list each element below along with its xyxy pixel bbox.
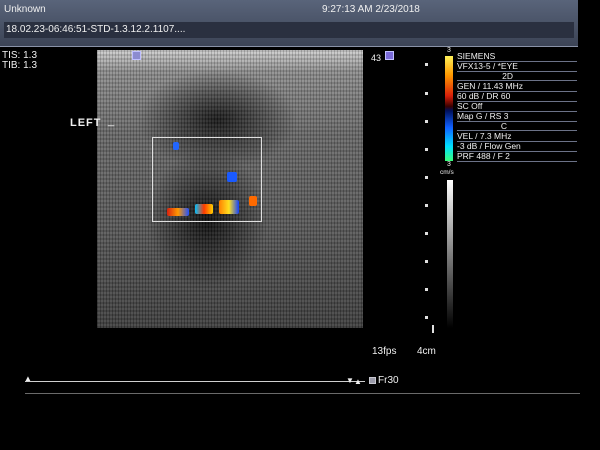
color-flow-signal [173, 142, 179, 150]
depth-tick [425, 120, 428, 123]
side-label: LEFT [70, 117, 102, 129]
cine-stop-icon[interactable] [369, 377, 376, 384]
color-flow-signal [227, 172, 237, 182]
depth-tick [425, 260, 428, 263]
frame-indicator: Fr30 [378, 375, 399, 386]
grayscale-bar [447, 180, 453, 328]
depth-tick [425, 232, 428, 235]
timeline-start-marker: ▲ [24, 374, 32, 383]
colorbar-bottom-label: 3 [447, 161, 451, 168]
header-bar: Unknown 9:27:13 AM 2/23/2018 18.02.23-06… [0, 0, 578, 47]
info-mode-color: C [457, 121, 577, 131]
depth-tick [425, 92, 428, 95]
timeline-handle-icon[interactable]: ▼ [346, 376, 354, 385]
depth-tick [425, 316, 428, 319]
timeline-end-marker: ▲ [354, 377, 362, 386]
color-flow-signal [249, 196, 257, 206]
depth-tick [425, 63, 428, 66]
cine-timeline[interactable] [25, 381, 365, 382]
cine-marker-icon [385, 51, 394, 60]
bottom-divider [25, 393, 580, 394]
depth-end-marker [432, 325, 434, 333]
header-row-1: Unknown 9:27:13 AM 2/23/2018 [4, 4, 574, 18]
depth-tick [425, 204, 428, 207]
tib-readout: TIB: 1.3 [2, 60, 38, 71]
colorbar-top-label: 3 [447, 47, 451, 54]
info-prf: PRF 488 / F 2 [457, 151, 577, 162]
depth-tick [425, 176, 428, 179]
depth-readout: 4cm [417, 346, 436, 357]
info-panel: SIEMENS VFX13-5 / *EYE 2D GEN / 11.43 MH… [457, 51, 577, 163]
color-flow-signal [167, 208, 189, 216]
patient-name: Unknown [4, 4, 46, 15]
side-marker: _ [108, 115, 115, 127]
frame-rate: 13fps [372, 346, 397, 357]
probe-orientation-icon [132, 51, 141, 60]
depth-tick [425, 148, 428, 151]
color-velocity-bar [445, 56, 453, 161]
frame-count-label: 43 [371, 53, 382, 63]
color-flow-signal [219, 200, 239, 214]
info-mode-2d: 2D [457, 71, 577, 81]
exam-datetime: 9:27:13 AM 2/23/2018 [322, 4, 420, 15]
depth-tick [425, 288, 428, 291]
colorbar-unit: cm/s [440, 169, 454, 176]
color-flow-signal [195, 204, 213, 214]
study-id: 18.02.23-06:46:51-STD-1.3.12.2.1107.... [6, 24, 186, 35]
header-row-2: 18.02.23-06:46:51-STD-1.3.12.2.1107.... [4, 22, 574, 38]
color-doppler-roi[interactable] [152, 137, 262, 222]
